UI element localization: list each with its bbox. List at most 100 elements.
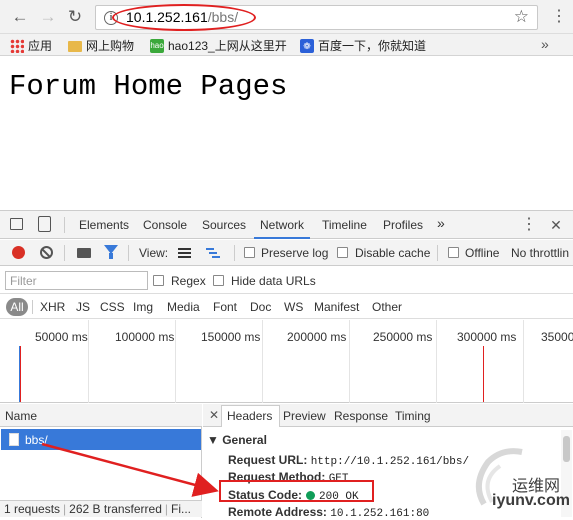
tab-timing[interactable]: Timing <box>395 409 431 423</box>
type-manifest[interactable]: Manifest <box>314 300 359 314</box>
load-event-marker <box>483 346 484 402</box>
back-arrow-icon[interactable]: ← <box>10 7 30 27</box>
filter-input[interactable] <box>5 271 148 290</box>
more-tabs-icon[interactable]: » <box>437 215 445 231</box>
close-devtools-icon[interactable]: ✕ <box>548 217 564 233</box>
overview-icon[interactable] <box>206 248 220 258</box>
type-media[interactable]: Media <box>167 300 200 314</box>
tab-profiles[interactable]: Profiles <box>383 218 423 232</box>
divider <box>64 217 65 233</box>
page-title: Forum Home Pages <box>9 70 288 103</box>
type-img[interactable]: Img <box>133 300 153 314</box>
bookmark-apps[interactable]: 应用 <box>10 37 52 54</box>
timeline-tick: 35000 <box>541 330 573 344</box>
bookmark-label: 百度一下，你就知道 <box>318 39 427 53</box>
close-details-icon[interactable]: ✕ <box>209 408 219 422</box>
timeline-tick: 100000 ms <box>115 330 175 344</box>
divider <box>234 245 235 261</box>
tab-console[interactable]: Console <box>143 218 187 232</box>
reload-icon[interactable]: ↻ <box>65 7 85 27</box>
filter-funnel-icon[interactable] <box>104 245 118 259</box>
apps-grid-icon <box>10 38 24 53</box>
timeline-gridline <box>523 320 524 403</box>
timeline-tick: 150000 ms <box>201 330 261 344</box>
request-row[interactable]: bbs/ <box>1 429 201 450</box>
regex-checkbox[interactable] <box>153 275 164 286</box>
request-name: bbs/ <box>25 432 48 447</box>
filter-bar: Regex Hide data URLs <box>0 267 573 294</box>
type-all[interactable]: All <box>6 298 28 316</box>
timeline-gridline <box>88 320 89 403</box>
remote-address-row: Remote Address: 10.1.252.161:80 <box>228 505 429 520</box>
timeline-tick: 200000 ms <box>287 330 347 344</box>
inspect-element-icon[interactable] <box>10 218 23 230</box>
tab-preview[interactable]: Preview <box>283 409 326 423</box>
network-overview-timeline[interactable]: 50000 ms 100000 ms 150000 ms 200000 ms 2… <box>0 320 573 403</box>
timeline-tick: 50000 ms <box>35 330 88 344</box>
devtools-tabbar: Elements Console Sources Network Timelin… <box>0 211 573 239</box>
bookmark-label: 网上购物 <box>86 39 135 53</box>
hide-data-urls-label: Hide data URLs <box>231 274 316 288</box>
throttling-select[interactable]: No throttlin <box>511 246 569 260</box>
hide-data-urls-checkbox[interactable] <box>213 275 224 286</box>
status-annotation-box <box>219 480 374 502</box>
document-icon <box>9 433 19 446</box>
general-section-toggle[interactable]: ▼ General <box>207 433 267 447</box>
regex-label: Regex <box>171 274 206 288</box>
timeline-gridline <box>349 320 350 403</box>
bookmark-label: 应用 <box>28 39 53 53</box>
disable-cache-checkbox[interactable] <box>337 247 348 258</box>
bookmark-hao123[interactable]: hao hao123_上网从这里开 <box>150 37 287 54</box>
url-annotation-oval <box>112 4 256 31</box>
device-toolbar-icon[interactable] <box>38 216 51 232</box>
divider <box>128 245 129 261</box>
forward-arrow-icon[interactable]: → <box>38 7 58 27</box>
devtools-menu-icon[interactable]: ⋮ <box>521 217 537 233</box>
tab-network[interactable]: Network <box>260 218 304 232</box>
view-label: View: <box>139 246 169 260</box>
type-other[interactable]: Other <box>372 300 402 314</box>
type-font[interactable]: Font <box>213 300 237 314</box>
divider <box>437 245 438 261</box>
type-css[interactable]: CSS <box>100 300 125 314</box>
tab-headers[interactable]: Headers <box>227 409 272 423</box>
bookmark-shopping[interactable]: 网上购物 <box>68 37 134 54</box>
tab-sources[interactable]: Sources <box>202 218 246 232</box>
load-event-marker <box>20 346 21 402</box>
offline-label: Offline <box>465 246 500 260</box>
details-tabbar: ✕ Headers Preview Response Timing <box>203 404 573 427</box>
menu-kebab-icon[interactable]: ⋮ <box>551 8 567 26</box>
preserve-log-checkbox[interactable] <box>244 247 255 258</box>
camera-icon[interactable] <box>77 248 91 258</box>
large-rows-icon[interactable] <box>178 248 191 258</box>
bookmark-star-icon[interactable]: ☆ <box>514 7 529 27</box>
request-url-value: http://10.1.252.161/bbs/ <box>310 456 470 468</box>
type-doc[interactable]: Doc <box>250 300 271 314</box>
divider <box>32 300 33 314</box>
general-title: General <box>222 433 267 447</box>
resource-type-filter: All XHR JS CSS Img Media Font Doc WS Man… <box>0 294 573 319</box>
timeline-gridline <box>436 320 437 403</box>
browser-toolbar: ← → ↻ i 10.1.252.161/bbs/ ☆ ⋮ <box>0 0 573 34</box>
type-ws[interactable]: WS <box>284 300 303 314</box>
clear-icon[interactable] <box>40 246 53 259</box>
bookmarks-overflow-icon[interactable]: » <box>541 36 549 52</box>
request-url-label: Request URL: <box>228 453 308 467</box>
type-js[interactable]: JS <box>76 300 90 314</box>
name-column-header[interactable]: Name <box>0 404 202 427</box>
record-icon[interactable] <box>12 246 25 259</box>
type-xhr[interactable]: XHR <box>40 300 65 314</box>
timeline-gridline <box>262 320 263 403</box>
remote-address-value: 10.1.252.161:80 <box>330 508 430 520</box>
tab-elements[interactable]: Elements <box>79 218 129 232</box>
bookmark-baidu[interactable]: ❁ 百度一下，你就知道 <box>300 37 426 54</box>
tab-timeline[interactable]: Timeline <box>322 218 367 232</box>
divider <box>64 245 65 261</box>
watermark-text-domain: iyunv.com <box>492 492 570 509</box>
timeline-tick: 300000 ms <box>457 330 517 344</box>
baidu-paw-icon: ❁ <box>300 38 314 53</box>
offline-checkbox[interactable] <box>448 247 459 258</box>
network-summary: 1 requests | 262 B transferred | Fi... <box>0 500 202 517</box>
preserve-log-label: Preserve log <box>261 246 329 260</box>
tab-response[interactable]: Response <box>334 409 388 423</box>
